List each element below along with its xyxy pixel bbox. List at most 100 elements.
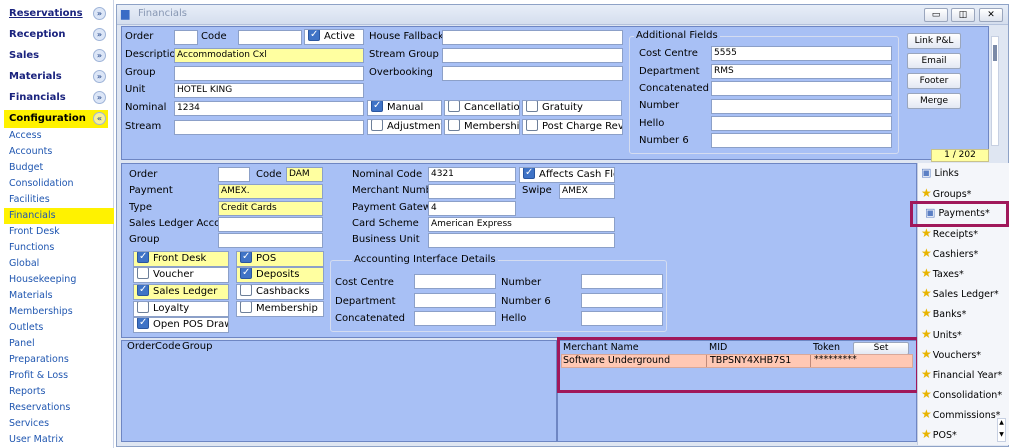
swipe-field[interactable]: AMEX xyxy=(559,184,615,199)
nav-section-materials[interactable]: Materials » xyxy=(4,68,108,86)
nav-item-preparations[interactable]: Preparations xyxy=(4,352,114,368)
grid-header-group[interactable]: Group xyxy=(182,340,212,354)
post-charge-revenue-checkbox[interactable]: Post Charge Revenue xyxy=(522,119,623,135)
code-field[interactable] xyxy=(238,30,302,45)
active-checkbox[interactable]: Active xyxy=(304,29,364,45)
deposits-checkbox[interactable]: Deposits xyxy=(236,267,324,283)
groups-grid[interactable] xyxy=(121,340,557,442)
pos-link[interactable]: ★POS* xyxy=(921,425,1001,443)
stream-group-field[interactable] xyxy=(442,48,623,63)
chevron-up-icon[interactable]: « xyxy=(93,112,106,125)
hello-field[interactable] xyxy=(711,116,892,131)
scroll-down-icon[interactable]: ▼ xyxy=(998,431,1005,439)
nav-section-financials[interactable]: Financials » xyxy=(4,89,108,107)
minimize-icon[interactable]: ▭ xyxy=(924,8,948,22)
membership-checkbox[interactable]: Membership xyxy=(444,119,520,135)
consolidation-link[interactable]: ★Consolidation* xyxy=(921,385,1002,403)
loyalty-checkbox[interactable]: Loyalty xyxy=(133,301,229,317)
open-pos-drawer-checkbox[interactable]: Open POS Drawer xyxy=(133,317,229,333)
top-scrollbar[interactable] xyxy=(991,36,999,146)
nav-item-facilities[interactable]: Facilities xyxy=(4,192,114,208)
link-pl-button[interactable]: Link P&L xyxy=(907,33,961,49)
links-scrollbar[interactable]: ▲ ▼ xyxy=(997,418,1006,442)
concatenated-field[interactable] xyxy=(711,81,892,96)
cost-centre-field[interactable]: 5555 xyxy=(711,46,892,61)
footer-button[interactable]: Footer xyxy=(907,73,961,89)
nav-item-accounts[interactable]: Accounts xyxy=(4,144,114,160)
front-desk-checkbox[interactable]: Front Desk xyxy=(133,251,229,267)
links-link[interactable]: ▣ Links xyxy=(921,164,1001,182)
nav-item-services[interactable]: Services xyxy=(4,416,114,432)
payment-membership-checkbox[interactable]: Membership xyxy=(236,301,324,317)
nav-item-budget[interactable]: Budget xyxy=(4,160,114,176)
scrollbar-thumb[interactable] xyxy=(993,45,997,61)
chevron-down-icon[interactable]: » xyxy=(93,91,106,104)
grid-header-code[interactable]: Code xyxy=(155,340,181,354)
business-unit-field[interactable] xyxy=(428,233,615,248)
nav-section-configuration[interactable]: Configuration « xyxy=(4,110,108,128)
chevron-down-icon[interactable]: » xyxy=(93,49,106,62)
gratuity-checkbox[interactable]: Gratuity xyxy=(522,100,622,116)
pos-checkbox[interactable]: POS xyxy=(236,251,324,267)
nav-item-materials[interactable]: Materials xyxy=(4,288,114,304)
payment-field[interactable]: AMEX. xyxy=(218,184,323,199)
nav-item-profit-loss[interactable]: Profit & Loss xyxy=(4,368,114,384)
acc-number-6-field[interactable] xyxy=(581,293,663,308)
acc-concatenated-field[interactable] xyxy=(414,311,496,326)
chevron-down-icon[interactable]: » xyxy=(93,70,106,83)
financial-year-link[interactable]: ★Financial Year* xyxy=(921,365,1002,383)
sales-ledger-account-field[interactable] xyxy=(218,217,323,232)
merge-button[interactable]: Merge xyxy=(907,93,961,109)
acc-hello-field[interactable] xyxy=(581,311,663,326)
nav-item-reports[interactable]: Reports xyxy=(4,384,114,400)
affects-cash-flow-checkbox[interactable]: Affects Cash Flow xyxy=(519,167,615,183)
vouchers-link[interactable]: ★Vouchers* xyxy=(921,345,1001,363)
adjustment-checkbox[interactable]: Adjustment xyxy=(367,119,442,135)
chevron-down-icon[interactable]: » xyxy=(93,7,106,20)
close-icon[interactable]: ✕ xyxy=(979,8,1003,22)
restore-icon[interactable]: ◫ xyxy=(951,8,975,22)
nav-item-outlets[interactable]: Outlets xyxy=(4,320,114,336)
overbooking-field[interactable] xyxy=(442,66,623,81)
nav-item-housekeeping[interactable]: Housekeeping xyxy=(4,272,114,288)
number-6-field[interactable] xyxy=(711,133,892,148)
type-field[interactable]: Credit Cards xyxy=(218,201,323,216)
nav-item-access[interactable]: Access xyxy=(4,128,114,144)
cancellation-checkbox[interactable]: Cancellation xyxy=(444,100,520,116)
card-scheme-field[interactable]: American Express xyxy=(428,217,615,232)
nav-section-sales[interactable]: Sales » xyxy=(4,47,108,65)
scroll-up-icon[interactable]: ▲ xyxy=(998,419,1005,427)
nav-section-reservations[interactable]: Reservations » xyxy=(4,5,108,23)
group-field[interactable] xyxy=(174,66,364,81)
nav-item-user-matrix[interactable]: User Matrix xyxy=(4,432,114,448)
cashiers-link[interactable]: ★Cashiers* xyxy=(921,244,1001,262)
description-field[interactable]: Accommodation Cxl xyxy=(174,48,364,63)
groups-link[interactable]: ★Groups* xyxy=(921,184,1001,202)
house-fallback-field[interactable] xyxy=(442,30,623,45)
voucher-checkbox[interactable]: Voucher xyxy=(133,267,229,283)
nav-item-front-desk[interactable]: Front Desk xyxy=(4,224,114,240)
cashbacks-checkbox[interactable]: Cashbacks xyxy=(236,284,324,300)
manual-checkbox[interactable]: Manual xyxy=(367,100,442,116)
number-field[interactable] xyxy=(711,99,892,114)
payment-gateway-field[interactable]: 4 xyxy=(428,201,516,216)
payment-group-field[interactable] xyxy=(218,233,323,248)
nav-item-memberships[interactable]: Memberships xyxy=(4,304,114,320)
nav-item-reservations[interactable]: Reservations xyxy=(4,400,114,416)
sales-ledger-link[interactable]: ★Sales Ledger* xyxy=(921,284,1001,302)
order-field[interactable] xyxy=(174,30,198,45)
nav-item-panel[interactable]: Panel xyxy=(4,336,114,352)
commissions-link[interactable]: ★Commissions* xyxy=(921,405,1001,423)
nav-item-functions[interactable]: Functions xyxy=(4,240,114,256)
unit-field[interactable]: HOTEL KING xyxy=(174,83,364,98)
acc-number-field[interactable] xyxy=(581,274,663,289)
nav-section-reception[interactable]: Reception » xyxy=(4,26,108,44)
payment-code-field[interactable]: DAM xyxy=(286,167,323,182)
department-field[interactable]: RMS xyxy=(711,64,892,79)
banks-link[interactable]: ★Banks* xyxy=(921,304,1001,322)
acc-cost-centre-field[interactable] xyxy=(414,274,496,289)
acc-department-field[interactable] xyxy=(414,293,496,308)
sales-ledger-checkbox[interactable]: Sales Ledger xyxy=(133,284,229,300)
nav-item-global[interactable]: Global xyxy=(4,256,114,272)
nav-item-consolidation[interactable]: Consolidation xyxy=(4,176,114,192)
